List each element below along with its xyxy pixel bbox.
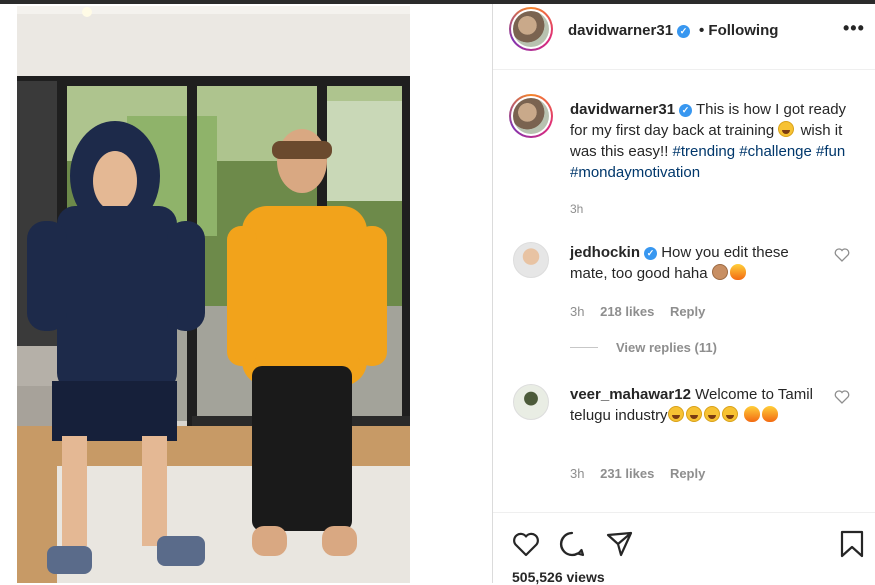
comment-meta: 3h 231 likes Reply — [570, 466, 717, 481]
verified-badge-icon: ✓ — [677, 25, 691, 38]
more-options-icon[interactable]: ••• — [843, 18, 865, 39]
laughing-emoji-icon — [667, 406, 684, 422]
comment-meta: 3h 218 likes Reply — [570, 304, 717, 319]
following-button[interactable]: • Following — [699, 22, 778, 39]
laughing-emoji-icon — [778, 121, 795, 137]
save-bookmark-icon[interactable] — [837, 529, 867, 559]
post-video[interactable] — [17, 6, 410, 583]
author-username[interactable]: davidwarner31 ✓ — [568, 22, 691, 39]
author-avatar[interactable] — [509, 7, 553, 51]
post-actions: 505,526 views — [493, 512, 875, 585]
like-comment-heart-icon[interactable] — [834, 248, 850, 262]
comment-time: 3h — [570, 304, 585, 319]
comment-text: veer_mahawar12 Welcome to Tamil telugu i… — [570, 384, 825, 426]
like-heart-icon[interactable] — [511, 529, 541, 559]
comment-username[interactable]: jedhockin — [570, 244, 640, 261]
laughing-emoji-icon — [703, 406, 720, 422]
fire-emoji-icon — [743, 406, 760, 422]
share-plane-icon[interactable] — [604, 529, 634, 559]
verified-badge-icon: ✓ — [679, 104, 693, 117]
caption-username[interactable]: davidwarner31 — [570, 101, 675, 118]
caption-avatar[interactable] — [509, 94, 553, 138]
hashtag-link[interactable]: #mondaymotivation — [570, 164, 700, 181]
view-replies-label: View replies (11) — [616, 340, 717, 355]
laughing-emoji-icon — [721, 406, 738, 422]
fire-emoji-icon — [729, 264, 746, 280]
hashtag-link[interactable]: #challenge — [739, 143, 812, 160]
media-pane — [0, 4, 492, 583]
video-frame-illustration — [17, 6, 410, 583]
reply-button[interactable]: Reply — [670, 304, 705, 319]
replies-line — [570, 347, 598, 348]
view-replies-button[interactable]: View replies (11) — [570, 340, 717, 355]
fire-emoji-icon — [761, 406, 778, 422]
clap-emoji-icon — [711, 264, 728, 280]
comment-likes[interactable]: 231 likes — [600, 466, 654, 481]
like-comment-heart-icon[interactable] — [834, 390, 850, 404]
post-sidebar: davidwarner31 ✓ • Following ••• davidwarn… — [493, 4, 875, 585]
comment-text: jedhockin ✓ How you edit these mate, too … — [570, 242, 825, 284]
reply-button[interactable]: Reply — [670, 466, 705, 481]
laughing-emoji-icon — [685, 406, 702, 422]
comment-avatar[interactable] — [513, 384, 549, 420]
hashtag-link[interactable]: #fun — [816, 143, 845, 160]
comment-avatar[interactable] — [513, 242, 549, 278]
comment-time: 3h — [570, 466, 585, 481]
verified-badge-icon: ✓ — [644, 247, 658, 260]
comment-username[interactable]: veer_mahawar12 — [570, 386, 691, 403]
post-header: davidwarner31 ✓ • Following ••• — [493, 4, 875, 70]
caption-text: davidwarner31 ✓ This is how I got ready f… — [570, 99, 860, 183]
comment-likes[interactable]: 218 likes — [600, 304, 654, 319]
caption-time: 3h — [570, 202, 584, 216]
comment-bubble-icon[interactable] — [557, 529, 587, 559]
hashtag-link[interactable]: #trending — [673, 143, 736, 160]
